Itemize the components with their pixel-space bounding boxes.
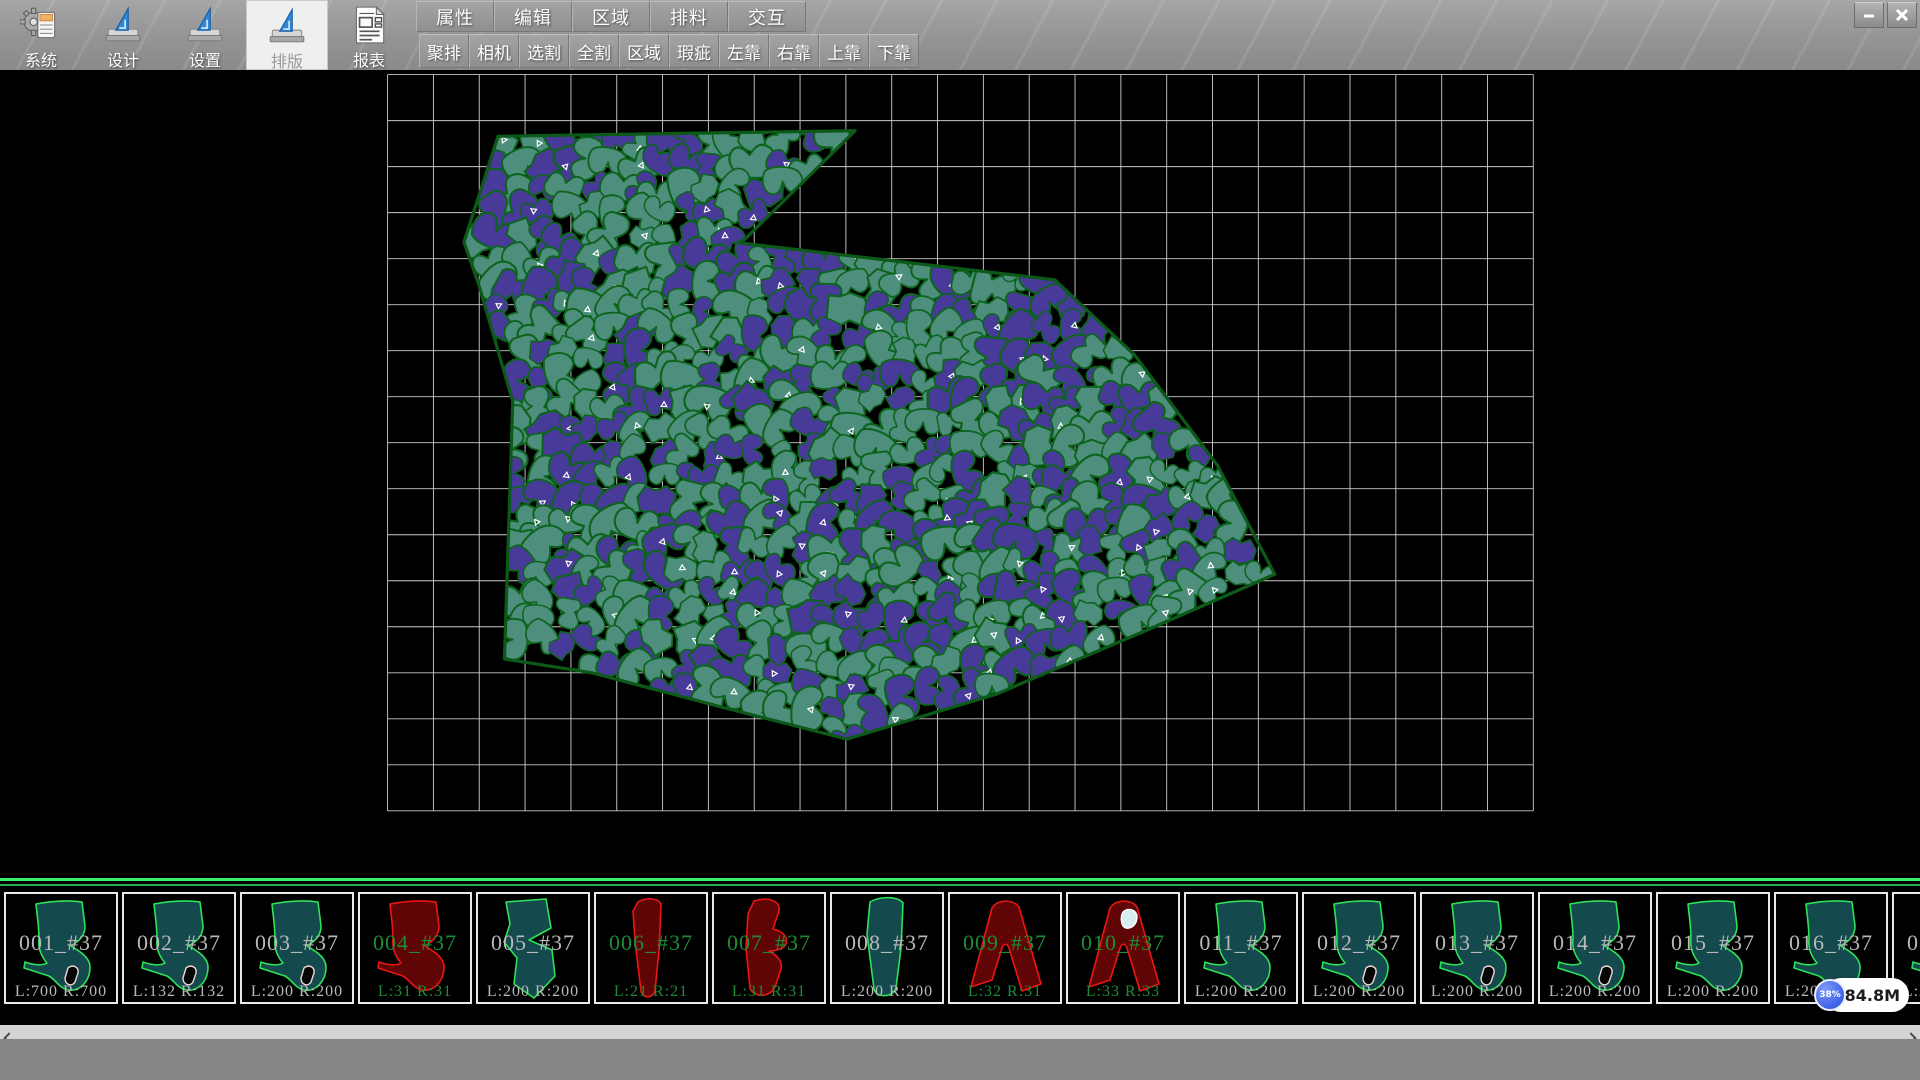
menu-button-menu_row2-2[interactable]: 相机 — [469, 34, 519, 68]
part-thumbnail-2[interactable]: 002_#37 L:132 R:132 — [122, 892, 236, 1004]
part-thumbnail-7[interactable]: 007_#37 L:31 R:31 — [712, 892, 826, 1004]
menu-row-secondary: 聚排相机选割全割区域瑕疵左靠右靠上靠下靠 — [419, 34, 919, 68]
main-tab-label: 报表 — [353, 47, 385, 70]
window-controls — [1854, 2, 1917, 28]
part-lr-label: L:200 R:200 — [1186, 983, 1296, 1001]
status-footer — [0, 1039, 1920, 1080]
horizontal-scrollbar[interactable] — [0, 1025, 1920, 1039]
menu-button-menu_row1-2[interactable]: 编辑 — [494, 1, 572, 32]
minimize-icon — [1862, 8, 1876, 22]
part-id-label: 005_#37 — [478, 930, 588, 956]
ruler-icon — [266, 5, 308, 47]
menu-button-menu_row2-7[interactable]: 左靠 — [719, 34, 769, 68]
part-id-label: 016_#37 — [1776, 930, 1886, 956]
part-id-label: 012_#37 — [1304, 930, 1414, 956]
part-id-label: 001_#37 — [6, 930, 116, 956]
close-icon — [1895, 8, 1909, 22]
ruler-icon — [102, 4, 144, 46]
main-tab-2[interactable]: 设计 — [82, 0, 164, 70]
nested-piece[interactable] — [809, 457, 837, 480]
part-lr-label: L:200 R:200 — [1658, 983, 1768, 1001]
part-id-label: 007_#37 — [714, 930, 824, 956]
part-thumbnail-14[interactable]: 014_#37 L:200 R:200 — [1538, 892, 1652, 1004]
part-lr-label: L:132 R:132 — [124, 983, 234, 1001]
part-id-label: 003_#37 — [242, 930, 352, 956]
part-id-label: 011_#37 — [1186, 930, 1296, 956]
nested-piece[interactable] — [741, 433, 765, 466]
close-button[interactable] — [1887, 2, 1917, 28]
part-lr-label: L:200 R:200 — [832, 983, 942, 1001]
main-tab-label: 系统 — [25, 47, 57, 70]
menu-button-menu_row2-10[interactable]: 下靠 — [869, 34, 919, 68]
nesting-canvas[interactable] — [0, 70, 1920, 878]
menu-button-menu_row1-5[interactable]: 交互 — [728, 1, 806, 32]
main-tab-label: 设计 — [107, 47, 139, 70]
part-lr-label: L:200 R:200 — [1422, 983, 1532, 1001]
menu-button-menu_row1-1[interactable]: 属性 — [416, 1, 494, 32]
part-thumbnail-6[interactable]: 006_#37 L:21 R:21 — [594, 892, 708, 1004]
menu-button-menu_row2-3[interactable]: 选割 — [519, 34, 569, 68]
main-tab-4[interactable]: 排版 — [246, 0, 328, 70]
main-tab-label: 排版 — [271, 48, 303, 70]
part-lr-label: L:31 R:31 — [360, 983, 470, 1001]
main-tab-label: 设置 — [189, 47, 221, 70]
part-thumbnail-9[interactable]: 009_#37 L:32 R:31 — [948, 892, 1062, 1004]
title-bar: 系统设计设置排版报表 属性编辑区域排料交互 聚排相机选割全割区域瑕疵左靠右靠上靠… — [0, 0, 1920, 70]
minimize-button[interactable] — [1854, 2, 1884, 28]
main-tab-3[interactable]: 设置 — [164, 0, 246, 70]
part-id-label: 009_#37 — [950, 930, 1060, 956]
menu-button-menu_row2-5[interactable]: 区域 — [619, 34, 669, 68]
part-thumbnail-15[interactable]: 015_#37 L:200 R:200 — [1656, 892, 1770, 1004]
part-lr-label: L:700 R:700 — [6, 983, 116, 1001]
part-thumbnail-10[interactable]: 010_#37 L:33 R:33 — [1066, 892, 1180, 1004]
part-id-label: 015_#37 — [1658, 930, 1768, 956]
part-id-label: 006_#37 — [596, 930, 706, 956]
part-thumbnail-3[interactable]: 003_#37 L:200 R:200 — [240, 892, 354, 1004]
part-lr-label: L:200 R:200 — [242, 983, 352, 1001]
part-id-label: 017_#37 — [1894, 930, 1920, 956]
memory-percent-circle: 38% — [1814, 979, 1846, 1011]
nesting-canvas-svg — [0, 70, 1920, 878]
report-icon — [348, 4, 390, 46]
part-thumbnail-8[interactable]: 008_#37 L:200 R:200 — [830, 892, 944, 1004]
strip-top-line — [0, 878, 1920, 881]
part-id-label: 013_#37 — [1422, 930, 1532, 956]
menu-button-menu_row1-3[interactable]: 区域 — [572, 1, 650, 32]
menu-button-menu_row2-4[interactable]: 全割 — [569, 34, 619, 68]
menu-button-menu_row2-6[interactable]: 瑕疵 — [669, 34, 719, 68]
part-id-label: 014_#37 — [1540, 930, 1650, 956]
parts-strip-cells: 001_#37 L:700 R:700 002_#37 L:132 R:132 003_… — [4, 892, 1920, 1004]
memory-usage-badge[interactable]: 384.8M 38% — [1814, 976, 1910, 1014]
part-lr-label: L:200 R:200 — [478, 983, 588, 1001]
part-thumbnail-5[interactable]: 005_#37 L:200 R:200 — [476, 892, 590, 1004]
part-lr-label: L:21 R:21 — [596, 983, 706, 1001]
part-id-label: 010_#37 — [1068, 930, 1178, 956]
part-lr-label: L:32 R:31 — [950, 983, 1060, 1001]
part-id-label: 008_#37 — [832, 930, 942, 956]
part-lr-label: L:33 R:33 — [1068, 983, 1178, 1001]
part-lr-label: L:31 R:31 — [714, 983, 824, 1001]
part-hole — [1121, 910, 1137, 929]
part-lr-label: L:200 R:200 — [1540, 983, 1650, 1001]
menu-button-menu_row1-4[interactable]: 排料 — [650, 1, 728, 32]
menu-row-primary: 属性编辑区域排料交互 — [416, 1, 806, 32]
main-tab-bar: 系统 设计 设置 排版 报表 — [0, 0, 410, 70]
main-tab-5[interactable]: 报表 — [328, 0, 410, 70]
main-tab-1[interactable]: 系统 — [0, 0, 82, 70]
part-thumbnail-12[interactable]: 012_#37 L:200 R:200 — [1302, 892, 1416, 1004]
gear-document-icon — [20, 4, 62, 46]
menu-button-menu_row2-9[interactable]: 上靠 — [819, 34, 869, 68]
part-thumbnail-1[interactable]: 001_#37 L:700 R:700 — [4, 892, 118, 1004]
nested-piece[interactable] — [904, 408, 942, 435]
menu-button-menu_row2-8[interactable]: 右靠 — [769, 34, 819, 68]
part-id-label: 002_#37 — [124, 930, 234, 956]
part-id-label: 004_#37 — [360, 930, 470, 956]
part-lr-label: L:200 R:200 — [1304, 983, 1414, 1001]
part-thumbnail-13[interactable]: 013_#37 L:200 R:200 — [1420, 892, 1534, 1004]
part-thumbnail-4[interactable]: 004_#37 L:31 R:31 — [358, 892, 472, 1004]
part-thumbnail-11[interactable]: 011_#37 L:200 R:200 — [1184, 892, 1298, 1004]
parts-strip: 001_#37 L:700 R:700 002_#37 L:132 R:132 003_… — [0, 886, 1920, 1025]
ruler-icon — [184, 4, 226, 46]
menu-button-menu_row2-1[interactable]: 聚排 — [419, 34, 469, 68]
